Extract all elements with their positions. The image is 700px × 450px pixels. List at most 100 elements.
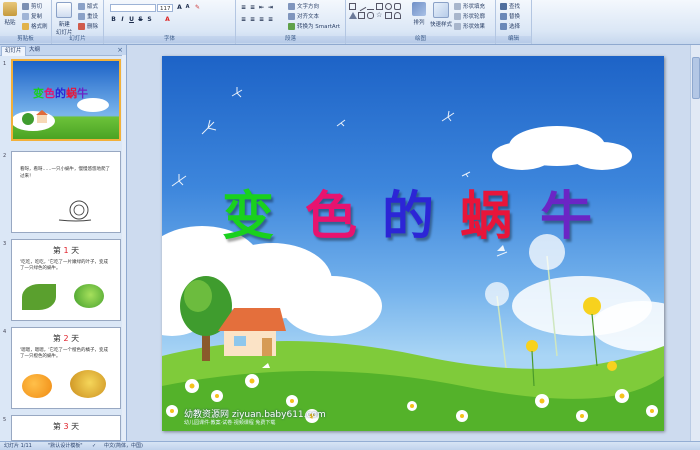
slide-number: 5 bbox=[3, 417, 7, 423]
shapes-gallery[interactable]: ☆ bbox=[349, 1, 407, 31]
align-center-button[interactable]: ≡ bbox=[249, 16, 256, 23]
quick-styles-button[interactable]: 快速样式 bbox=[430, 2, 452, 28]
pen-icon bbox=[454, 12, 461, 20]
shape-outline-button[interactable]: 形状轮廓 bbox=[454, 12, 485, 20]
align-right-button[interactable]: ≡ bbox=[258, 16, 265, 23]
select-label: 选择 bbox=[509, 24, 521, 30]
cursor-icon bbox=[500, 22, 507, 30]
slide-thumbnail-4[interactable]: 第 2 天 '嗯嗯，嗯嗯，'它吃了一个橙色的橘子，变成了一只橙色的蜗牛。 bbox=[11, 327, 121, 409]
shape-fill-button[interactable]: 形状填充 bbox=[454, 2, 485, 10]
find-button[interactable]: 查找 bbox=[500, 2, 520, 10]
shape-effects-label: 形状效果 bbox=[463, 24, 486, 30]
layout-icon bbox=[78, 2, 85, 10]
star-shape[interactable]: ☆ bbox=[376, 12, 383, 19]
tab-outline[interactable]: 大纲 bbox=[26, 46, 43, 55]
effects-icon bbox=[454, 22, 461, 30]
orange-image bbox=[22, 374, 52, 398]
copy-button[interactable]: 复制 bbox=[22, 12, 42, 20]
align-left-button[interactable]: ≡ bbox=[240, 16, 247, 23]
brace-shape[interactable] bbox=[367, 12, 374, 19]
ribbon: 粘贴 剪切 复制 格式刷 剪贴板 新建 幻灯片 版式 重设 删除 幻灯片 117… bbox=[0, 0, 700, 45]
cut-button[interactable]: 剪切 bbox=[22, 2, 42, 10]
rounded-rect-shape[interactable] bbox=[394, 3, 401, 10]
slide-canvas[interactable]: 变 色 的 蜗 牛 幼教资源网 ziyuan.baby611.com 幼儿园课件… bbox=[162, 56, 664, 431]
slides-pane-scrollbar[interactable] bbox=[122, 55, 126, 441]
thumb4-heading: 第 2 天 bbox=[52, 334, 80, 343]
arrange-button[interactable]: 排列 bbox=[412, 2, 426, 26]
scroll-thumb[interactable] bbox=[692, 57, 700, 99]
quick-styles-icon bbox=[433, 2, 449, 18]
shadow-button[interactable]: S bbox=[146, 16, 153, 23]
reset-label: 重设 bbox=[87, 14, 99, 20]
rectangle-shape[interactable] bbox=[376, 3, 383, 10]
delete-button[interactable]: 删除 bbox=[78, 22, 98, 30]
slide-number: 2 bbox=[3, 153, 7, 159]
block-arrow-shape[interactable] bbox=[358, 12, 365, 19]
oval-shape[interactable] bbox=[385, 3, 392, 10]
replace-icon bbox=[500, 12, 507, 20]
slide-thumbnail-1[interactable]: 变色的蜗牛 bbox=[11, 59, 121, 141]
binoculars-icon bbox=[500, 2, 507, 10]
thumb4-text: '嗯嗯，嗯嗯，'它吃了一个橙色的橘子，变成了一只橙色的蜗牛。 bbox=[20, 348, 108, 359]
slide-number: 4 bbox=[3, 329, 7, 335]
tab-slides[interactable]: 幻灯片 bbox=[1, 46, 26, 56]
font-color-button[interactable]: A bbox=[164, 16, 171, 23]
line-shape[interactable] bbox=[356, 1, 367, 12]
justify-button[interactable]: ≡ bbox=[267, 16, 274, 23]
cut-label: 剪切 bbox=[31, 4, 43, 10]
curve-shape[interactable] bbox=[394, 12, 401, 19]
new-slide-button[interactable]: 新建 幻灯片 bbox=[56, 2, 73, 36]
clear-format-button[interactable]: ✎ bbox=[194, 4, 201, 11]
paste-label: 粘贴 bbox=[4, 20, 16, 26]
align-text-label: 对齐文本 bbox=[297, 14, 320, 20]
thumb1-title: 变色的蜗牛 bbox=[33, 87, 88, 100]
reset-button[interactable]: 重设 bbox=[78, 12, 98, 20]
arrange-icon bbox=[412, 2, 426, 16]
align-text-button[interactable]: 对齐文本 bbox=[288, 12, 319, 20]
shrink-font-button[interactable]: A bbox=[184, 4, 191, 11]
font-name-select[interactable] bbox=[110, 4, 156, 12]
increase-indent-button[interactable]: ⇥ bbox=[267, 4, 274, 11]
callout-shape[interactable] bbox=[385, 12, 392, 19]
triangle-shape[interactable] bbox=[349, 12, 357, 19]
strikethrough-button[interactable]: S bbox=[137, 16, 144, 23]
italic-button[interactable]: I bbox=[119, 16, 126, 23]
font-size-select[interactable]: 117 bbox=[157, 4, 173, 12]
canvas-scrollbar[interactable] bbox=[690, 45, 700, 441]
slide-thumbnail-5[interactable]: 第 3 天 bbox=[11, 415, 121, 441]
decrease-indent-button[interactable]: ⇤ bbox=[258, 4, 265, 11]
layout-button[interactable]: 版式 bbox=[78, 2, 98, 10]
slide-thumbnail-2[interactable]: 看呀，看呀……一只小蜗牛，慢慢悠悠地爬了过来！ bbox=[11, 151, 121, 233]
shape-effects-button[interactable]: 形状效果 bbox=[454, 22, 485, 30]
underline-button[interactable]: U bbox=[128, 16, 135, 23]
title-char-3: 的 bbox=[382, 186, 435, 247]
text-box-shape[interactable] bbox=[349, 3, 356, 10]
thumb3-text: '吃吃，吃吃，'它吃了一片嫩绿的叶子，变成了一只绿色的蜗牛。 bbox=[20, 260, 108, 271]
replace-button[interactable]: 替换 bbox=[500, 12, 520, 20]
format-painter-button[interactable]: 格式刷 bbox=[22, 22, 48, 30]
smartart-button[interactable]: 转换为 SmartArt bbox=[288, 22, 340, 30]
select-button[interactable]: 选择 bbox=[500, 22, 520, 30]
arrange-label: 排列 bbox=[413, 20, 425, 26]
grow-font-button[interactable]: A bbox=[176, 4, 183, 11]
arrow-shape[interactable] bbox=[367, 3, 374, 10]
shape-outline-label: 形状轮廓 bbox=[463, 14, 486, 20]
slide-title[interactable]: 变 色 的 蜗 牛 bbox=[162, 56, 664, 431]
close-pane-icon[interactable]: × bbox=[117, 46, 123, 54]
text-direction-label: 文字方向 bbox=[297, 4, 320, 10]
bullets-button[interactable]: ≡ bbox=[240, 4, 247, 11]
text-direction-button[interactable]: 文字方向 bbox=[288, 2, 319, 10]
thumb5-heading: 第 3 天 bbox=[52, 422, 80, 431]
paste-button[interactable]: 粘贴 bbox=[3, 2, 17, 26]
bold-button[interactable]: B bbox=[110, 16, 117, 23]
slide-thumbnail-3[interactable]: 第 1 天 '吃吃，吃吃，'它吃了一片嫩绿的叶子，变成了一只绿色的蜗牛。 bbox=[11, 239, 121, 321]
new-slide-label: 新建 幻灯片 bbox=[56, 22, 73, 36]
clipboard-group: 粘贴 剪切 复制 格式刷 剪贴板 bbox=[0, 0, 52, 44]
format-painter-label: 格式刷 bbox=[31, 24, 48, 30]
fill-bucket-icon bbox=[454, 2, 461, 10]
scissors-icon bbox=[22, 2, 29, 10]
align-text-icon bbox=[288, 12, 295, 20]
delete-icon bbox=[78, 22, 85, 30]
numbering-button[interactable]: ≡ bbox=[249, 4, 256, 11]
brush-icon bbox=[22, 22, 29, 30]
